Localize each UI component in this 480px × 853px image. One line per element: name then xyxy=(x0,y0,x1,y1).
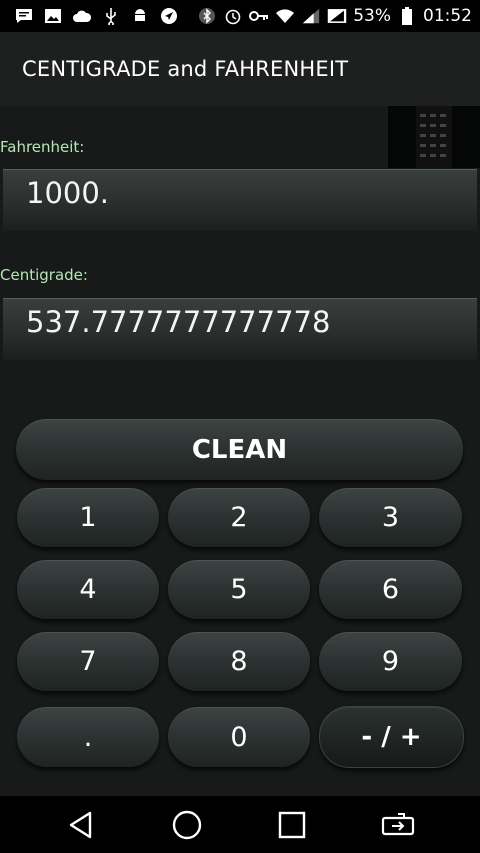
key-3-button[interactable]: 3 xyxy=(319,488,462,547)
key-2-button[interactable]: 2 xyxy=(168,488,310,547)
battery-icon xyxy=(397,7,417,25)
key-7-button[interactable]: 7 xyxy=(17,632,159,691)
message-icon xyxy=(14,7,34,25)
wifi-icon xyxy=(275,7,295,25)
centigrade-value: 537.7777777777778 xyxy=(26,305,331,339)
home-icon[interactable] xyxy=(152,796,222,853)
status-bar: 53% 01:52 xyxy=(0,0,480,32)
sign-toggle-button[interactable]: - / + xyxy=(319,706,464,768)
image-icon xyxy=(43,7,63,25)
fahrenheit-label: Fahrenheit: xyxy=(0,138,85,156)
key-1-button[interactable]: 1 xyxy=(17,488,159,547)
battery-percent: 53% xyxy=(353,6,391,26)
recents-icon[interactable] xyxy=(257,796,327,853)
navigation-icon xyxy=(159,7,179,25)
android-icon xyxy=(130,7,150,25)
clean-button[interactable]: CLEAN xyxy=(16,419,463,480)
app-thumbnail[interactable] xyxy=(388,106,480,168)
centigrade-label: Centigrade: xyxy=(0,266,88,284)
app-title: CENTIGRADE and FAHRENHEIT xyxy=(22,57,349,81)
key-9-button[interactable]: 9 xyxy=(319,632,462,691)
navigation-bar xyxy=(0,796,480,853)
bluetooth-icon xyxy=(197,7,217,25)
key-0-button[interactable]: 0 xyxy=(168,707,310,767)
thumbnail-preview xyxy=(416,106,452,168)
key-6-button[interactable]: 6 xyxy=(319,560,462,619)
key-4-button[interactable]: 4 xyxy=(17,560,159,619)
key-8-button[interactable]: 8 xyxy=(168,632,310,691)
centigrade-field[interactable]: 537.7777777777778 xyxy=(3,298,477,360)
key-icon xyxy=(249,7,269,25)
fahrenheit-field[interactable]: 1000. xyxy=(3,169,477,231)
back-icon[interactable] xyxy=(46,796,116,853)
key-5-button[interactable]: 5 xyxy=(168,560,310,619)
fahrenheit-value: 1000. xyxy=(26,176,110,210)
signal-icon-1 xyxy=(301,7,321,25)
clock: 01:52 xyxy=(423,6,472,26)
alarm-icon xyxy=(223,7,243,25)
app-bar: CENTIGRADE and FAHRENHEIT xyxy=(0,32,480,106)
cloud-icon xyxy=(72,7,92,25)
usb-icon xyxy=(101,7,121,25)
signal-icon-2 xyxy=(327,7,347,25)
screen-rotate-icon[interactable] xyxy=(363,796,433,853)
decimal-point-button[interactable]: . xyxy=(17,707,159,767)
